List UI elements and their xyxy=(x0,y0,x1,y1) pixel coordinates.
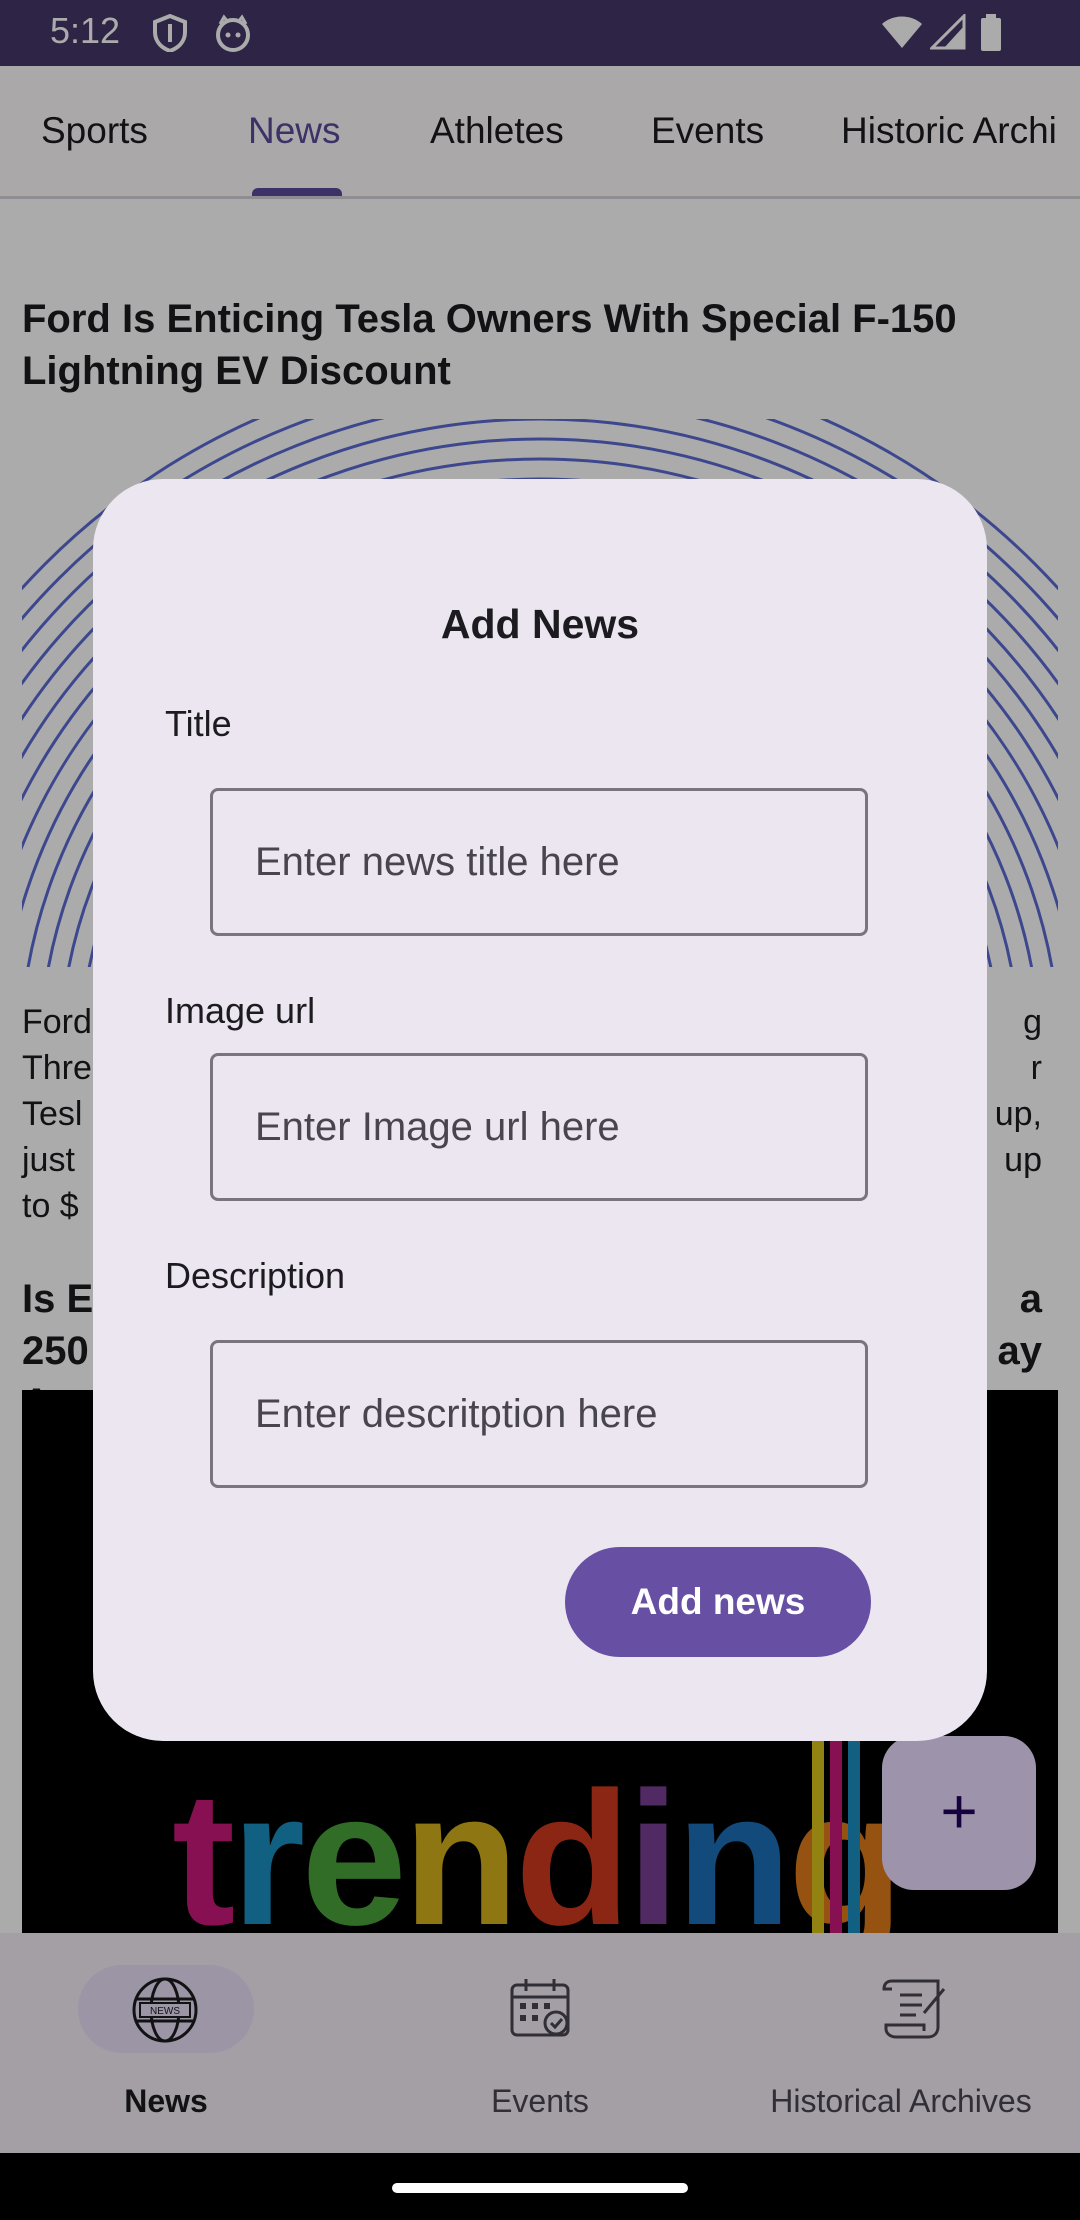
add-news-dialog: Add News Title Image url Description Add… xyxy=(93,479,987,1741)
image-url-input[interactable] xyxy=(210,1053,868,1201)
title-label: Title xyxy=(165,703,232,744)
home-gesture-handle[interactable] xyxy=(392,2183,688,2193)
add-news-button[interactable]: Add news xyxy=(565,1547,871,1657)
image-url-label: Image url xyxy=(165,990,316,1031)
news-title-input[interactable] xyxy=(210,788,868,936)
gesture-navigation-bar xyxy=(0,2153,1080,2220)
description-input[interactable] xyxy=(210,1340,868,1488)
dialog-title: Add News xyxy=(440,601,640,647)
description-label: Description xyxy=(165,1255,346,1296)
